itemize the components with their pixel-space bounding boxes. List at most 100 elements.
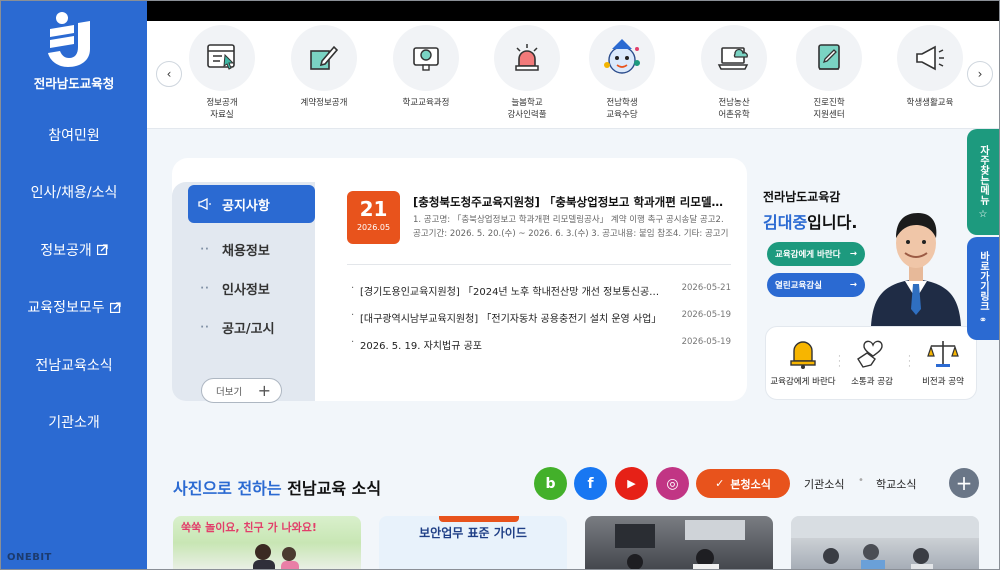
sidebar-item-info-disclosure[interactable]: 정보공개: [1, 221, 147, 279]
wish-to-superintendent-button[interactable]: 교육감에게 바란다 →: [767, 242, 865, 266]
check-icon: ✓: [715, 477, 725, 490]
tab-notice[interactable]: 공지사항: [188, 185, 315, 223]
sidebar-item-edu-info[interactable]: 교육정보모두: [1, 279, 147, 337]
separator-dot: •: [858, 475, 864, 486]
sidebar-item-label: 교육정보모두: [27, 300, 105, 317]
quick-item-contract-info[interactable]: 계약정보공개: [274, 25, 374, 109]
news-thumbnail[interactable]: [791, 516, 979, 569]
notice-board: 공지사항 ·· 채용정보 ·· 인사정보 ·· 공고/고시 더보기 + 21 2026.…: [172, 158, 747, 403]
featured-notice-body[interactable]: 1. 공고명: 「충북상업정보고 학과개편 리모델링공사」 계약 이행 촉구 공…: [413, 213, 731, 241]
news-thumbnail[interactable]: [585, 516, 773, 569]
quick-item-neulbom[interactable]: 늘봄학교 강사인력풀: [477, 25, 577, 121]
quick-item-info-archive[interactable]: 정보공개 자료실: [172, 25, 272, 121]
sidebar-item-news[interactable]: 전남교육소식: [1, 336, 147, 394]
tab-school-news[interactable]: 학교소식: [876, 476, 916, 492]
sidebar-item-participation[interactable]: 참여민원: [1, 106, 147, 164]
quick-next-button[interactable]: ›: [967, 61, 993, 87]
open-office-button[interactable]: 열린교육감실 →: [767, 273, 865, 297]
tab-personnel[interactable]: ·· 인사정보: [188, 269, 315, 307]
quick-item-label: 전남학생 교육수당: [606, 98, 638, 120]
notice-date: 2026-05-19: [681, 310, 731, 320]
youtube-icon: ▶: [627, 477, 636, 490]
thumbnail-caption: 보안업무 표준 가이드: [419, 526, 527, 540]
quick-item-label: 늘봄학교 강사인력풀: [507, 98, 547, 120]
tab-label: 공지사항: [222, 198, 270, 214]
quick-item-student-life[interactable]: 학생생활교육: [880, 25, 980, 109]
bullet-icon: ·: [351, 337, 355, 348]
thumbnail-caption: 쑥쑥 놀이요, 친구 가 나와요!: [181, 521, 317, 534]
external-link-icon: [109, 302, 121, 313]
plus-icon: +: [955, 471, 973, 495]
news-thumbnail[interactable]: 쑥쑥 놀이요, 친구 가 나와요!: [173, 516, 361, 569]
quick-item-label: 계약정보공개: [300, 98, 348, 108]
link-communication[interactable]: 소통과 공감: [837, 335, 907, 387]
link-label: 소통과 공감: [851, 377, 893, 387]
quick-item-label: 전남농산 어촌유학: [718, 98, 750, 120]
superintendent-name-text: 김대중: [763, 213, 808, 232]
button-label: 열린교육감실: [775, 281, 822, 291]
quick-link-tab[interactable]: 바로가기링크 ⚭: [967, 237, 999, 340]
news-thumbnail[interactable]: 보안업무 표준 가이드: [379, 516, 567, 569]
class-photo-icon: [791, 516, 979, 569]
more-button[interactable]: 더보기 +: [201, 378, 282, 403]
quick-item-label: 정보공개 자료실: [206, 98, 238, 120]
tab-label: 자주찾는메뉴: [977, 144, 989, 205]
blog-button[interactable]: b: [534, 467, 567, 500]
tab-agency-news[interactable]: 기관소식: [804, 476, 844, 492]
document-cursor-icon: [189, 25, 255, 91]
link-label: 교육감에게 바란다: [770, 377, 836, 387]
book-icon: [796, 25, 862, 91]
sidebar-item-label: 기관소개: [48, 415, 100, 432]
quick-item-rural-study[interactable]: 전남농산 어촌유학: [684, 25, 784, 121]
blog-icon: b: [545, 475, 556, 492]
featured-notice-title[interactable]: [충청북도청주교육지원청] 「충북상업정보고 학과개편 리모델링공사」: [413, 194, 731, 210]
notice-list-item[interactable]: · [대구광역시남부교육지원청] 「전기자동차 공용충전기 설치 운영 사업」 …: [351, 310, 731, 325]
link-vision[interactable]: 비전과 공약: [908, 335, 978, 387]
page-frame: 전라남도교육청 참여민원 인사/채용/소식 정보공개 교육정보모두 전남교육소식…: [0, 0, 1000, 570]
children-photo-icon: [253, 544, 299, 569]
tab-label: 공고/고시: [222, 321, 275, 337]
sidebar-item-about[interactable]: 기관소개: [1, 394, 147, 452]
tab-main-office-news[interactable]: ✓ 본청소식: [696, 469, 790, 498]
pen-square-icon: [291, 25, 357, 91]
news-more-button[interactable]: +: [949, 468, 979, 498]
megaphone-icon: [188, 198, 222, 210]
tab-recruit[interactable]: ·· 채용정보: [188, 230, 315, 268]
dots-icon: ··: [200, 282, 210, 294]
quick-item-career[interactable]: 진로진학 지원센터: [779, 25, 879, 121]
megaphone-icon: [897, 25, 963, 91]
tab-announcement[interactable]: ·· 공고/고시: [188, 308, 315, 346]
top-black-bar: [147, 1, 999, 21]
logo[interactable]: 전라남도교육청: [1, 9, 147, 92]
link-label: 비전과 공약: [922, 377, 964, 387]
bullet-icon: ·: [351, 283, 355, 294]
dots-icon: ··: [200, 243, 210, 255]
external-link-icon: [96, 244, 108, 256]
sidebar-item-hr[interactable]: 인사/채용/소식: [1, 164, 147, 222]
instagram-icon: ◎: [666, 475, 679, 492]
notice-list-item[interactable]: · [경기도용인교육지원청] 「2024년 노후 학내전산망 개선 정보통신공사…: [351, 283, 731, 298]
watermark: ONEBIT: [7, 552, 52, 563]
thumbnail-banner: [439, 516, 519, 522]
frequent-menu-tab[interactable]: 자주찾는메뉴 ☆: [967, 129, 999, 235]
notice-list-item[interactable]: · 2026. 5. 19. 자치법규 공포 2026-05-19: [351, 337, 731, 352]
plus-icon: +: [257, 381, 271, 400]
arrow-right-icon: →: [849, 249, 857, 259]
notice-date: 2026-05-19: [681, 337, 731, 347]
superintendent-links: 교육감에게 바란다 · · · 소통과 공감 · · · 비전과 공약: [765, 326, 977, 400]
link-wish[interactable]: 교육감에게 바란다: [768, 335, 838, 387]
chevron-right-icon: ›: [977, 67, 983, 81]
superintendent-name-suffix: 입니다.: [807, 213, 858, 232]
logo-icon: [48, 12, 90, 67]
youtube-button[interactable]: ▶: [615, 467, 648, 500]
quick-item-curriculum[interactable]: 학교교육과정: [376, 25, 476, 109]
quick-item-label: 진로진학 지원센터: [813, 98, 845, 120]
date-day: 21: [359, 197, 388, 221]
tab-label: 채용정보: [222, 243, 270, 259]
notice-date: 2026-05-21: [681, 283, 731, 293]
facebook-button[interactable]: f: [574, 467, 607, 500]
instagram-button[interactable]: ◎: [656, 467, 689, 500]
sidebar-item-label: 정보공개: [40, 242, 92, 259]
quick-item-allowance[interactable]: 전남학생 교육수당: [572, 25, 672, 121]
notice-tabs: 공지사항 ·· 채용정보 ·· 인사정보 ·· 공고/고시 더보기 +: [172, 182, 315, 403]
